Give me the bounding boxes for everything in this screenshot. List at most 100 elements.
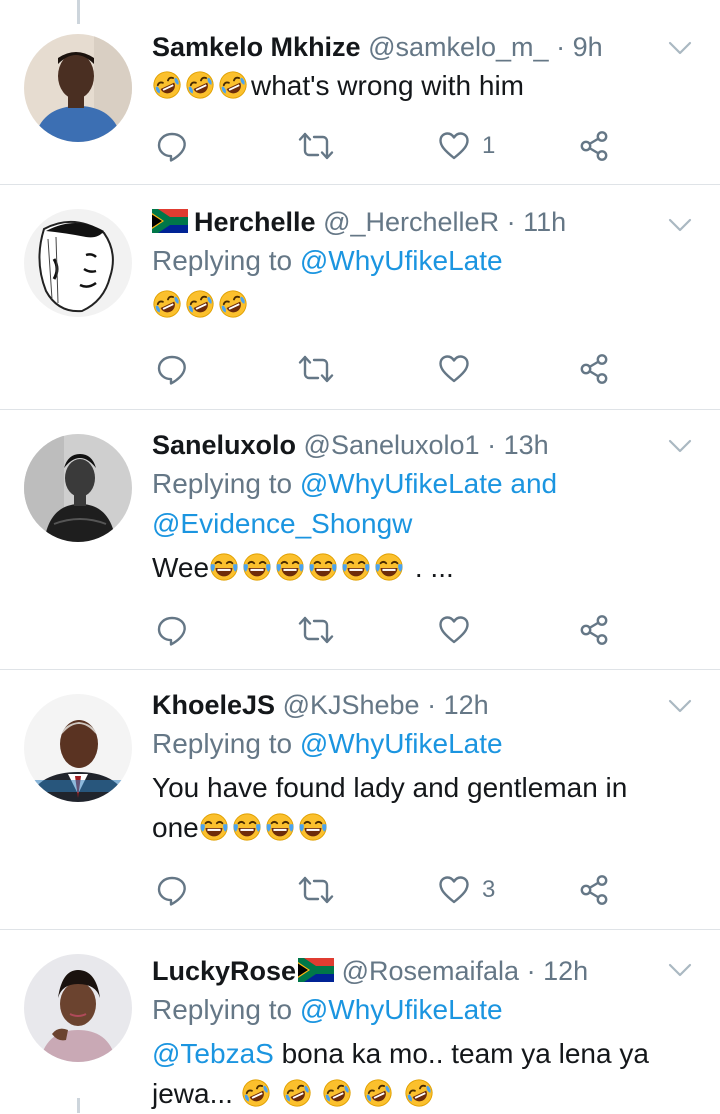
timestamp[interactable]: · 13h	[487, 430, 549, 460]
retweet-button[interactable]	[298, 610, 334, 650]
timestamp[interactable]: · 12h	[527, 956, 589, 986]
handle[interactable]: @_HerchelleR	[323, 207, 499, 237]
avatar[interactable]	[24, 434, 132, 542]
retweet-button[interactable]	[298, 870, 334, 910]
rofl-emoji-icon	[218, 70, 248, 100]
share-button[interactable]	[578, 349, 610, 389]
joy-emoji-icon	[232, 812, 262, 842]
like-button[interactable]	[438, 349, 470, 389]
heart-icon	[438, 353, 470, 385]
joy-emoji-icon	[209, 552, 239, 582]
replying-to: Replying to @WhyUfikeLate and	[152, 464, 690, 504]
joy-emoji-icon	[265, 812, 295, 842]
avatar[interactable]	[24, 954, 132, 1062]
tweet-header: KhoeleJS @KJShebe · 12h	[152, 688, 690, 722]
share-button[interactable]	[578, 870, 610, 910]
like-count: 1	[482, 132, 496, 159]
chevron-down-icon[interactable]	[668, 40, 692, 56]
reply-mention-link[interactable]: @WhyUfikeLate	[300, 245, 503, 276]
replying-label: Replying to	[152, 468, 293, 499]
share-icon	[578, 874, 610, 906]
handle[interactable]: @samkelo_m_	[368, 32, 548, 62]
display-name[interactable]: Herchelle	[194, 207, 316, 237]
retweet-icon	[298, 130, 334, 162]
tweet-text: what's wrong with him	[152, 66, 690, 106]
display-name[interactable]: Saneluxolo	[152, 430, 296, 460]
reply-icon	[156, 130, 188, 162]
joy-emoji-icon	[374, 552, 404, 582]
share-button[interactable]	[578, 126, 610, 166]
avatar[interactable]	[24, 209, 132, 317]
reply-icon	[156, 353, 188, 385]
south-africa-flag-icon	[152, 209, 188, 233]
joy-emoji-icon	[275, 552, 305, 582]
reply-mention-link[interactable]: @WhyUfikeLate	[300, 468, 503, 499]
replying-and-link[interactable]: and	[510, 468, 557, 499]
chevron-down-icon[interactable]	[668, 962, 692, 978]
share-icon	[578, 614, 610, 646]
retweet-button[interactable]	[298, 126, 334, 166]
tweet-item[interactable]: Herchelle @_HerchelleR · 11h Replying to…	[0, 185, 720, 410]
reply-button[interactable]	[156, 610, 188, 650]
reply-mention-link[interactable]: @Evidence_Shongw	[152, 508, 412, 539]
rofl-emoji-icon	[218, 289, 248, 319]
avatar[interactable]	[24, 694, 132, 802]
display-name[interactable]: Samkelo Mkhize	[152, 32, 361, 62]
reply-button[interactable]	[156, 126, 188, 166]
like-button[interactable]: 3	[438, 870, 495, 910]
reply-mention-link[interactable]: @WhyUfikeLate	[300, 994, 503, 1025]
replying-label: Replying to	[152, 728, 293, 759]
display-name[interactable]: KhoeleJS	[152, 690, 275, 720]
tweet-text: Wee . ...	[152, 548, 690, 588]
tweet-header: LuckyRose @Rosemaifala · 12h	[152, 954, 690, 988]
share-button[interactable]	[578, 610, 610, 650]
tweet-item[interactable]: Saneluxolo @Saneluxolo1 · 13h Replying t…	[0, 410, 720, 670]
mention-link[interactable]: @TebzaS	[152, 1038, 274, 1069]
replying-to: Replying to @WhyUfikeLate	[152, 990, 690, 1030]
timestamp[interactable]: · 9h	[556, 32, 603, 62]
timestamp[interactable]: · 12h	[427, 690, 489, 720]
tweet-actions: 1	[152, 126, 622, 166]
rofl-emoji-icon	[152, 70, 182, 100]
retweet-icon	[298, 614, 334, 646]
reply-button[interactable]	[156, 870, 188, 910]
replying-label: Replying to	[152, 245, 293, 276]
tweet-item[interactable]: KhoeleJS @KJShebe · 12h Replying to @Why…	[0, 670, 720, 930]
tweet-text	[152, 285, 690, 325]
reply-mention-link[interactable]: @WhyUfikeLate	[300, 728, 503, 759]
handle[interactable]: @KJShebe	[283, 690, 420, 720]
like-button[interactable]: 1	[438, 126, 495, 166]
chevron-down-icon[interactable]	[668, 217, 692, 233]
tweet-text-line-2: one	[152, 808, 690, 848]
heart-icon	[438, 874, 470, 906]
tweet-text-content: jewa...	[152, 1078, 233, 1109]
tweet-actions	[152, 610, 622, 650]
joy-emoji-icon	[341, 552, 371, 582]
thread-connector-line	[77, 1098, 80, 1113]
avatar[interactable]	[24, 34, 132, 142]
handle[interactable]: @Saneluxolo1	[304, 430, 480, 460]
tweet-item[interactable]: Samkelo Mkhize @samkelo_m_ · 9h what's w…	[0, 0, 720, 185]
chevron-down-icon[interactable]	[668, 438, 692, 454]
south-africa-flag-icon	[298, 958, 334, 982]
like-button[interactable]	[438, 610, 470, 650]
tweet-item[interactable]: LuckyRose @Rosemaifala · 12h Replying to…	[0, 930, 720, 1113]
retweet-button[interactable]	[298, 349, 334, 389]
reply-icon	[156, 874, 188, 906]
retweet-icon	[298, 353, 334, 385]
tweet-header: Herchelle @_HerchelleR · 11h	[152, 205, 690, 239]
tweet-actions	[152, 349, 622, 389]
share-icon	[578, 353, 610, 385]
share-icon	[578, 130, 610, 162]
chevron-down-icon[interactable]	[668, 698, 692, 714]
timestamp[interactable]: · 11h	[507, 207, 567, 237]
joy-emoji-icon	[199, 812, 229, 842]
reply-button[interactable]	[156, 349, 188, 389]
handle[interactable]: @Rosemaifala	[342, 956, 519, 986]
rofl-emoji-icon	[404, 1078, 434, 1108]
display-name[interactable]: LuckyRose	[152, 956, 296, 986]
joy-emoji-icon	[298, 812, 328, 842]
tweet-text-content: one	[152, 812, 199, 843]
rofl-emoji-icon	[241, 1078, 271, 1108]
replying-to-line-2: @Evidence_Shongw	[152, 504, 690, 544]
